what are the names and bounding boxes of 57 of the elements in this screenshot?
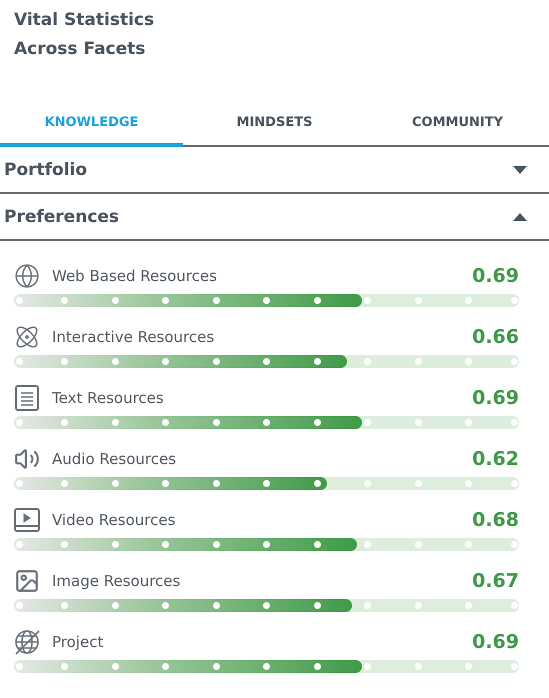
scale-dot	[414, 419, 422, 426]
resource-label: Web Based Resources	[52, 267, 218, 285]
resource-label: Interactive Resources	[52, 328, 216, 346]
scale-dot	[414, 602, 422, 609]
scale-dot	[414, 663, 422, 670]
page-title: Across Facets	[14, 38, 146, 61]
scale-dot	[465, 297, 472, 304]
scale-dot	[510, 358, 518, 365]
accordion-header[interactable]: Portfolio	[0, 147, 549, 194]
accordion-header[interactable]: Preferences	[0, 194, 549, 241]
atom-icon	[14, 324, 40, 350]
resource-label: Image Resources	[52, 572, 182, 590]
scale-dot	[465, 358, 472, 365]
resource-label: Video Resources	[52, 511, 176, 529]
score-value: 0.69	[472, 631, 519, 653]
scale-dot	[510, 419, 518, 426]
scale-dot	[364, 358, 371, 365]
scale-dot	[414, 480, 422, 487]
scale-dot	[510, 602, 518, 609]
scale-dot	[510, 480, 518, 487]
scale-dot	[465, 663, 472, 670]
globe-icon	[14, 263, 40, 289]
scale-dot	[364, 419, 371, 426]
scale-dot	[510, 663, 518, 670]
speaker-icon	[14, 446, 40, 472]
scale-dot	[414, 358, 422, 365]
scale-dot	[414, 541, 422, 548]
tab[interactable]: COMMUNITY	[366, 98, 549, 147]
page-title: Vital Statistics	[14, 9, 156, 32]
score-value: 0.69	[472, 387, 519, 409]
section-title: Portfolio	[4, 160, 88, 180]
scale-dot	[510, 541, 518, 548]
scale-dot	[414, 297, 422, 304]
score-value: 0.66	[472, 326, 519, 348]
score-value: 0.69	[472, 265, 519, 287]
score-value: 0.62	[472, 448, 519, 470]
scale-dot	[364, 541, 371, 548]
scale-dot	[465, 480, 472, 487]
score-value: 0.67	[472, 570, 519, 592]
resource-label: Audio Resources	[52, 450, 178, 468]
resource-label: Project	[52, 633, 104, 651]
scale-dot	[364, 663, 371, 670]
crossed-globe-icon	[14, 629, 40, 655]
scale-dot	[465, 541, 472, 548]
video-player-icon	[14, 507, 40, 533]
image-icon	[14, 568, 40, 594]
scale-dot	[465, 419, 472, 426]
scale-dot	[364, 480, 371, 487]
scale-dot	[465, 602, 472, 609]
scale-dot	[364, 297, 371, 304]
resource-label: Text Resources	[52, 389, 165, 407]
scale-dot	[364, 602, 371, 609]
scale-dot	[510, 297, 518, 304]
section-title: Preferences	[4, 206, 120, 226]
document-icon	[14, 385, 40, 411]
tab[interactable]: MINDSETS	[183, 98, 366, 147]
score-value: 0.68	[472, 509, 519, 531]
